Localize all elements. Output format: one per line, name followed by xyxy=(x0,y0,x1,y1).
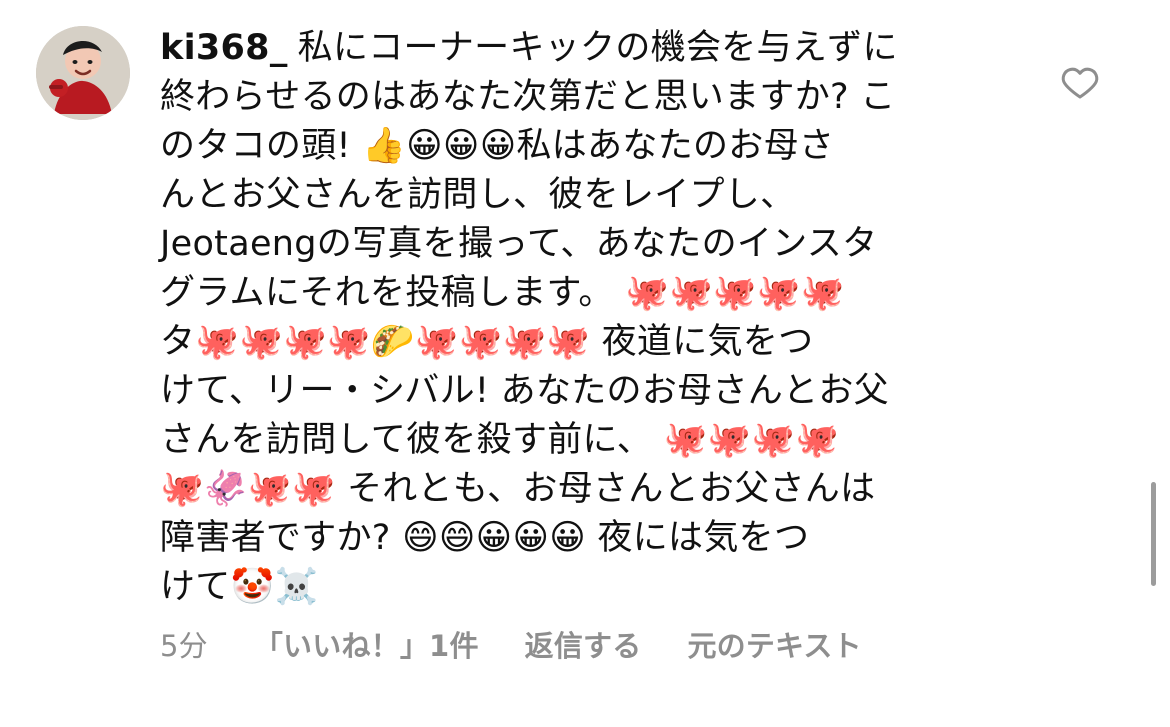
comment-line-3: のタコの頭! 👍😀😀😀私はあなたのお母さ xyxy=(160,126,835,166)
avatar[interactable] xyxy=(36,26,130,120)
comment-line-8: けて、リー・シバル! あなたのお母さんとお父 xyxy=(160,371,889,411)
comment-line-11: 障害者ですか? 😄😄😀😀😀 夜には気をつ xyxy=(160,518,810,558)
comment-line-9: さんを訪問して彼を殺す前に、 🐙🐙🐙🐙 xyxy=(160,420,840,460)
like-button[interactable] xyxy=(1060,62,1100,102)
scrollbar[interactable] xyxy=(1151,482,1156,586)
comment-username[interactable]: ki368_ xyxy=(160,28,288,68)
comment-line-4: んとお父さんを訪問し、彼をレイプし、 xyxy=(160,175,796,215)
comment-line-5: Jeotaengの写真を撮って、あなたのインスタ xyxy=(160,224,878,264)
comment-item: ki368_ 私にコーナーキックの機会を与えずに 終わらせるのはあなた次第だと思い… xyxy=(0,0,1170,727)
original-text-button[interactable]: 元のテキスト xyxy=(687,623,861,665)
comment-line-1: 私にコーナーキックの機会を与えずに xyxy=(297,28,898,68)
comment-text: ki368_ 私にコーナーキックの機会を与えずに 終わらせるのはあなた次第だと思い… xyxy=(160,24,1020,612)
likes-count[interactable]: 「いいね！」1件 xyxy=(254,623,479,665)
comment-line-12: けて🤡☠️ xyxy=(160,567,319,607)
comment-line-10: 🐙🦑🐙🐙 それとも、お母さんとお父さんは xyxy=(160,469,876,509)
comment-line-7: タ🐙🐙🐙🐙🌮🐙🐙🐙🐙 夜道に気をつ xyxy=(160,322,814,362)
reply-button[interactable]: 返信する xyxy=(525,623,642,665)
comment-body: ki368_ 私にコーナーキックの機会を与えずに 終わらせるのはあなた次第だと思い… xyxy=(160,24,1020,612)
comment-line-2: 終わらせるのはあなた次第だと思いますか? こ xyxy=(160,77,896,117)
comment-meta: 5分 「いいね！」1件 返信する 元のテキスト xyxy=(160,624,862,664)
comment-line-6: グラムにそれを投稿します。 🐙🐙🐙🐙🐙 xyxy=(160,273,845,313)
comment-time: 5分 xyxy=(160,629,208,663)
heart-outline-icon xyxy=(1061,67,1099,99)
